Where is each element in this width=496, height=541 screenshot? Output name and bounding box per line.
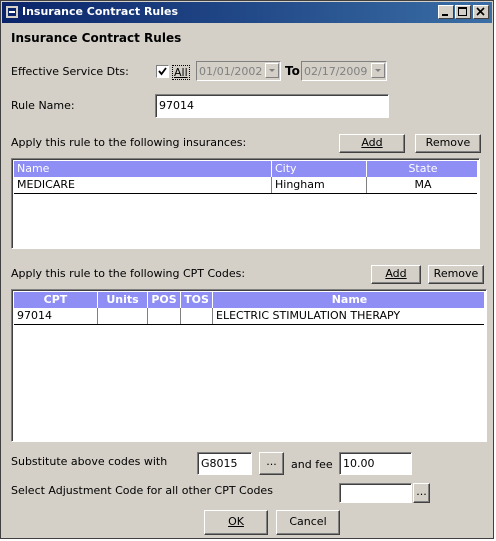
chevron-down-icon <box>269 69 275 72</box>
add-insurance-label: Add <box>361 136 383 149</box>
all-dates-label[interactable]: All <box>172 65 190 80</box>
add-insurance-button[interactable]: Add <box>339 134 405 153</box>
substitute-label: Substitute above codes with <box>11 455 168 468</box>
chevron-down-icon <box>375 69 381 72</box>
column-header-cpt[interactable]: CPT <box>14 292 98 308</box>
column-header-pos[interactable]: POS <box>148 292 181 308</box>
date-from-value: 01/01/2002 <box>199 65 263 78</box>
adjustment-code-input[interactable] <box>339 483 412 503</box>
column-header-name[interactable]: Name <box>14 161 272 177</box>
checkmark-icon <box>158 67 167 76</box>
ok-button[interactable]: OK <box>204 510 268 535</box>
date-from-dropdown[interactable]: 01/01/2002 <box>196 61 281 81</box>
close-button[interactable] <box>473 5 489 19</box>
ok-label: OK <box>228 515 244 528</box>
insurance-contract-rules-window: Insurance Contract Rules Insurance Contr… <box>0 0 494 539</box>
insurance-city-cell: Hingham <box>272 177 367 193</box>
fee-label: and fee <box>291 458 333 471</box>
window-title: Insurance Contract Rules <box>22 5 179 18</box>
insurance-state-cell: MA <box>414 178 432 191</box>
to-label: To <box>285 64 300 78</box>
cpt-tos-cell <box>181 308 213 324</box>
minimize-button[interactable] <box>438 5 454 19</box>
date-to-value: 02/17/2009 <box>304 65 368 78</box>
fee-input[interactable]: 10.00 <box>339 452 412 475</box>
remove-cpt-button[interactable]: Remove <box>428 265 484 284</box>
date-from-dropdown-arrow[interactable] <box>265 63 279 78</box>
close-icon <box>476 7 485 16</box>
column-header-cpt-name[interactable]: Name <box>213 292 486 308</box>
cpt-code-cell: 97014 <box>14 308 98 324</box>
column-header-tos[interactable]: TOS <box>181 292 213 308</box>
maximize-button[interactable] <box>455 5 471 19</box>
column-header-city[interactable]: City <box>272 161 367 177</box>
effective-service-dates-label: Effective Service Dts: <box>11 65 129 78</box>
adjustment-browse-button[interactable]: ... <box>413 483 430 503</box>
add-cpt-button[interactable]: Add <box>371 265 421 284</box>
remove-cpt-label: Remove <box>433 267 479 280</box>
cpt-pos-cell <box>148 308 181 324</box>
rule-name-label: Rule Name: <box>11 99 75 112</box>
table-row[interactable]: MEDICARE Hingham MA <box>14 177 477 194</box>
form-heading: Insurance Contract Rules <box>11 31 182 45</box>
substitute-browse-label: ... <box>266 455 277 468</box>
table-row[interactable]: 97014 ELECTRIC STIMULATION THERAPY <box>14 308 484 325</box>
insurance-grid-header: Name City State <box>14 161 477 177</box>
cancel-label: Cancel <box>289 515 327 528</box>
column-header-units[interactable]: Units <box>98 292 148 308</box>
cpt-grid[interactable]: CPT Units POS TOS Name 97014 ELECTRIC ST… <box>11 289 487 442</box>
maximize-icon <box>458 7 467 16</box>
add-cpt-label: Add <box>385 267 407 280</box>
cpt-name-cell: ELECTRIC STIMULATION THERAPY <box>216 309 401 322</box>
adjustment-code-label: Select Adjustment Code for all other CPT… <box>11 484 273 497</box>
cpt-grid-header: CPT Units POS TOS Name <box>14 292 484 308</box>
substitute-browse-button[interactable]: ... <box>259 452 284 475</box>
minimize-icon <box>442 14 448 16</box>
app-icon <box>6 6 18 18</box>
adjustment-browse-label: ... <box>416 485 427 498</box>
remove-insurance-button[interactable]: Remove <box>415 134 481 153</box>
column-header-state[interactable]: State <box>367 161 479 177</box>
all-dates-checkbox[interactable] <box>156 65 169 78</box>
substitute-code-input[interactable]: G8015 <box>197 452 252 475</box>
title-bar[interactable]: Insurance Contract Rules <box>2 2 492 23</box>
insurances-section-label: Apply this rule to the following insuran… <box>11 136 247 149</box>
cancel-button[interactable]: Cancel <box>276 510 340 535</box>
cpt-section-label: Apply this rule to the following CPT Cod… <box>11 267 246 280</box>
insurance-name-cell: MEDICARE <box>14 177 272 193</box>
remove-insurance-label: Remove <box>425 136 471 149</box>
date-to-dropdown-arrow[interactable] <box>371 63 385 78</box>
cpt-units-cell <box>98 308 148 324</box>
insurance-grid[interactable]: Name City State MEDICARE Hingham MA <box>11 158 480 249</box>
rule-name-input[interactable]: 97014 <box>155 94 389 118</box>
date-to-dropdown[interactable]: 02/17/2009 <box>301 61 387 81</box>
